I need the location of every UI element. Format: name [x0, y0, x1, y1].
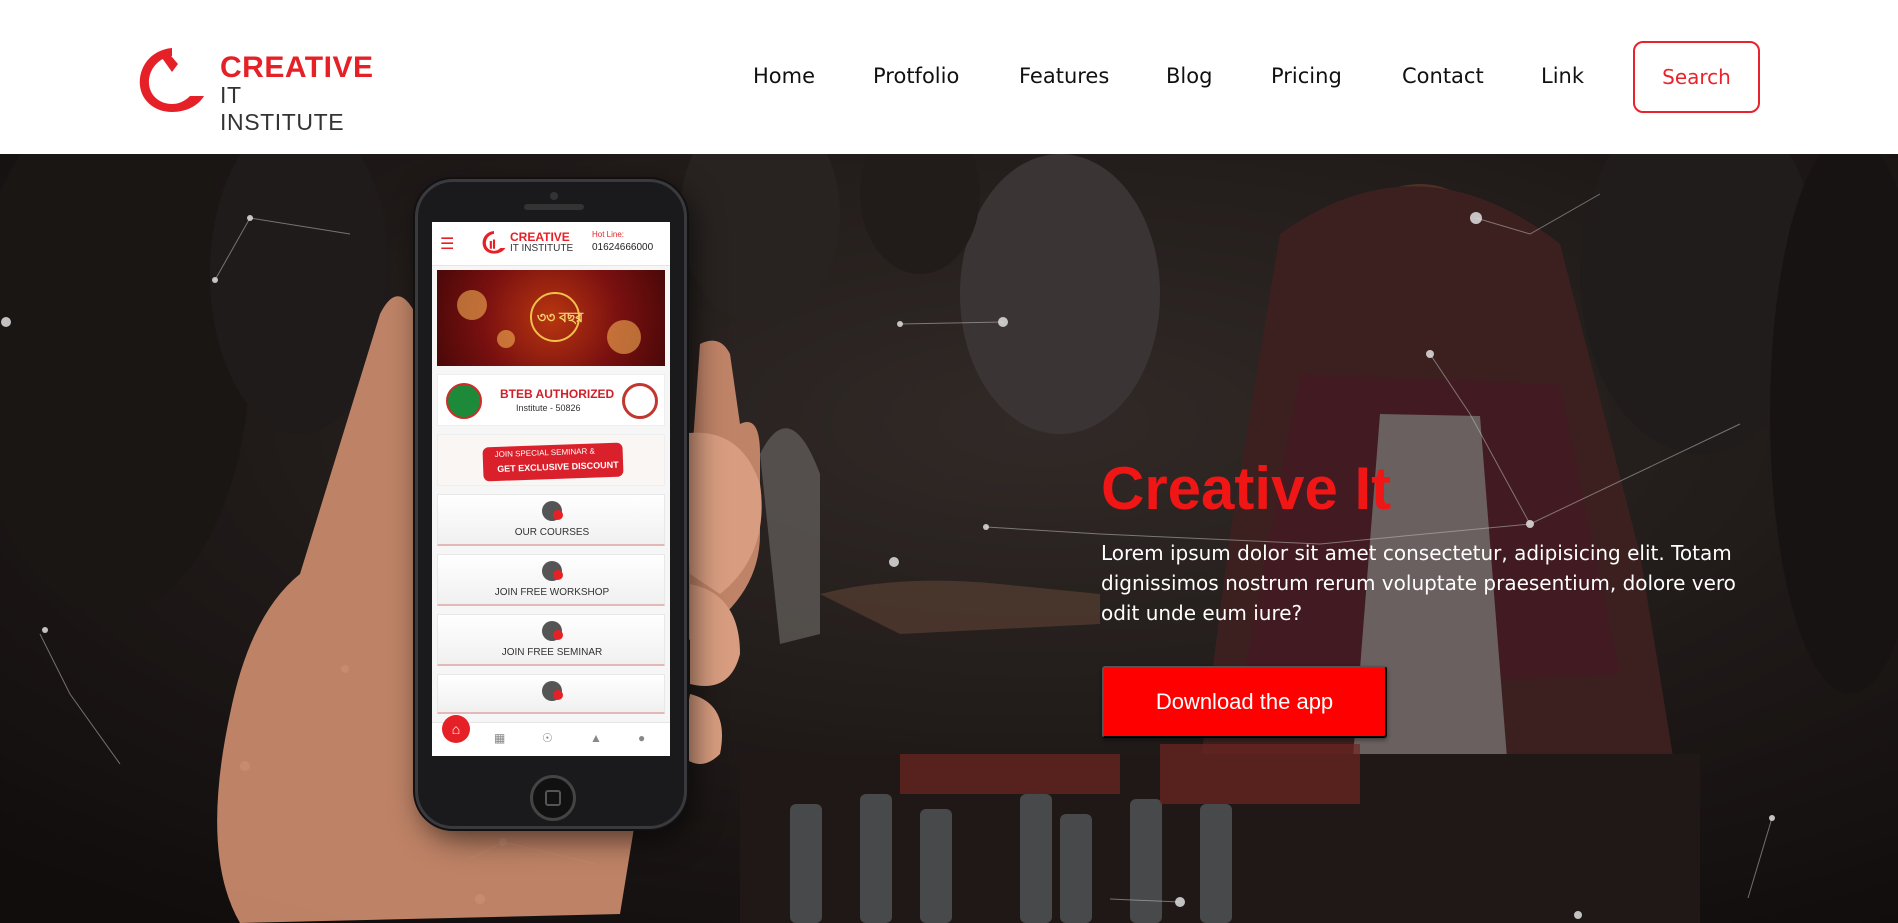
seminar-icon [542, 621, 563, 641]
promo-line2: GET EXCLUSIVE DISCOUNT [497, 459, 619, 474]
app-hotline-number: 01624666000 [592, 242, 654, 253]
card-label: JOIN FREE WORKSHOP [494, 587, 610, 598]
nav-link[interactable]: Link [1541, 64, 1584, 88]
app-logo-line1: CREATIVE [510, 230, 570, 244]
nav-blog[interactable]: Blog [1166, 64, 1212, 88]
more-icon [542, 681, 563, 701]
phone-mockup: ☰ CREATIVE IT INSTITUTE Hot Line: 016246… [415, 179, 687, 829]
badge-icon[interactable]: ☉ [542, 731, 553, 745]
home-icon[interactable]: ⌂ [442, 715, 470, 743]
app-card-courses[interactable]: OUR COURSES [437, 494, 665, 546]
main-nav: Home Protfolio Features Blog Pricing Con… [0, 0, 1898, 154]
authorized-subtitle: Institute - 50826 [516, 403, 581, 413]
workshop-icon [542, 561, 563, 581]
hamburger-menu-icon: ☰ [440, 236, 455, 253]
hero-title: Creative It [1101, 455, 1392, 522]
app-card-more[interactable] [437, 674, 665, 714]
government-seal-icon [446, 383, 482, 419]
nav-pricing[interactable]: Pricing [1271, 64, 1342, 88]
app-hotline-label: Hot Line: [592, 230, 625, 239]
nav-features[interactable]: Features [1019, 64, 1109, 88]
hero-description: Lorem ipsum dolor sit amet consectetur, … [1101, 541, 1736, 625]
promo-pill: JOIN SPECIAL SEMINAR & GET EXCLUSIVE DIS… [482, 442, 624, 482]
app-tab-bar: ⌂ ▦ ☉ ▲ ● [432, 715, 670, 756]
app-screen: ☰ CREATIVE IT INSTITUTE Hot Line: 016246… [432, 222, 670, 756]
app-card-seminar[interactable]: JOIN FREE SEMINAR [437, 614, 665, 666]
nav-contact[interactable]: Contact [1402, 64, 1484, 88]
hero-section: ☰ CREATIVE IT INSTITUTE Hot Line: 016246… [0, 154, 1898, 923]
location-icon[interactable]: ● [638, 731, 645, 745]
authorized-title: BTEB AUTHORIZED [500, 387, 615, 401]
app-authorized-banner: BTEB AUTHORIZED Institute - 50826 [437, 374, 665, 426]
nav-home[interactable]: Home [753, 64, 815, 88]
app-anniversary-banner: ৩৩ বছর [437, 270, 665, 366]
app-card-workshop[interactable]: JOIN FREE WORKSHOP [437, 554, 665, 606]
promo-line1: JOIN SPECIAL SEMINAR & [494, 446, 595, 460]
nav-portfolio[interactable]: Protfolio [873, 64, 959, 88]
app-logo-line2: IT INSTITUTE [510, 243, 574, 254]
anniversary-badge-text: ৩৩ বছর [537, 309, 584, 325]
card-label: JOIN FREE SEMINAR [501, 647, 603, 658]
app-logo-icon [482, 231, 506, 254]
courses-icon [542, 501, 563, 521]
download-app-button[interactable]: Download the app [1102, 666, 1387, 738]
app-header: ☰ CREATIVE IT INSTITUTE Hot Line: 016246… [432, 222, 670, 266]
phone-camera [550, 192, 558, 200]
card-label: OUR COURSES [514, 527, 590, 538]
site-header: CREATIVE IT INSTITUTE Home Protfolio Fea… [0, 0, 1898, 154]
app-promo-banner[interactable]: JOIN SPECIAL SEMINAR & GET EXCLUSIVE DIS… [437, 434, 665, 486]
phone-home-button [530, 775, 576, 821]
phone-speaker [524, 204, 584, 210]
search-button[interactable]: Search [1633, 41, 1760, 113]
grid-icon[interactable]: ▦ [494, 731, 505, 745]
seminar-tab-icon[interactable]: ▲ [590, 731, 602, 745]
bteb-seal-icon [622, 383, 658, 419]
